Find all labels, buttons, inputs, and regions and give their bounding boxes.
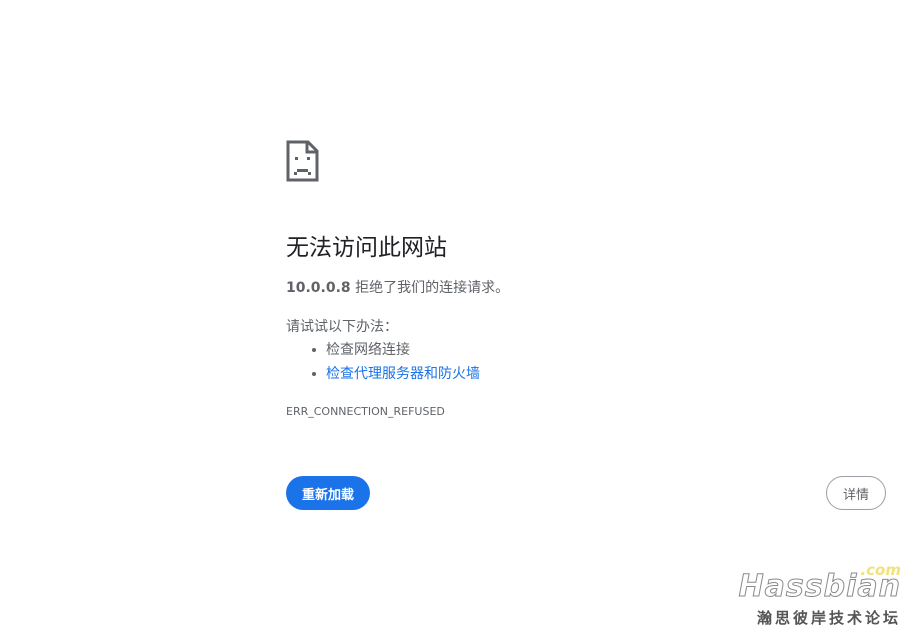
- suggestion-item: 检查代理服务器和防火墙: [286, 362, 480, 386]
- reload-button[interactable]: 重新加载: [286, 476, 370, 510]
- watermark-tagline: 瀚思彼岸技术论坛: [756, 609, 901, 627]
- watermark-brand: Hassbian: [738, 569, 901, 605]
- host-address: 10.0.0.8: [286, 280, 351, 296]
- sad-page-icon: [286, 140, 319, 182]
- suggestion-item: 检查网络连接: [286, 338, 480, 362]
- page-title: 无法访问此网站: [286, 235, 447, 261]
- suggestion-check-network: 检查网络连接: [326, 342, 410, 358]
- error-description-text: 拒绝了我们的连接请求。: [350, 280, 510, 296]
- error-description: 10.0.0.8 拒绝了我们的连接请求。: [286, 277, 509, 297]
- details-button[interactable]: 详情: [826, 476, 886, 510]
- error-page: 无法访问此网站 10.0.0.8 拒绝了我们的连接请求。 请试试以下办法： 检查…: [0, 0, 923, 637]
- error-code: ERR_CONNECTION_REFUSED: [286, 405, 445, 418]
- watermark-logo: .com Hassbian 瀚思彼岸技术论坛: [731, 561, 901, 631]
- suggestions-heading: 请试试以下办法：: [286, 319, 398, 335]
- suggestion-check-proxy-link[interactable]: 检查代理服务器和防火墙: [326, 366, 480, 382]
- suggestions-list: 检查网络连接 检查代理服务器和防火墙: [286, 338, 480, 386]
